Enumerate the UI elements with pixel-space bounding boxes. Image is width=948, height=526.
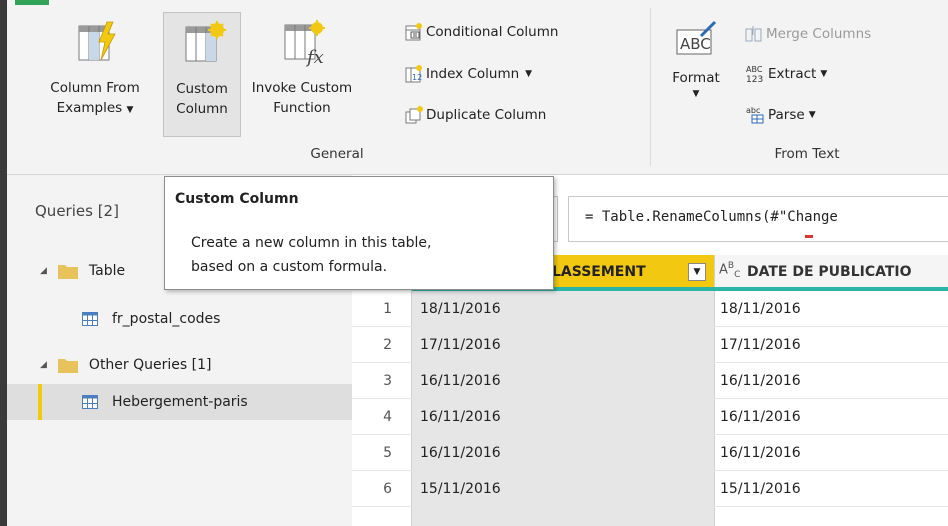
merge-columns-label: Merge Columns — [766, 26, 872, 42]
column-header-label: DATE DE PUBLICATIO — [747, 264, 912, 280]
invoke-custom-function-icon: fx — [284, 20, 325, 68]
data-grid: LASSEMENT ▼ ABC DATE DE PUBLICATIO 1 18/1… — [352, 255, 948, 526]
conditional-column-button[interactable]: Conditional Column — [405, 20, 558, 44]
chevron-down-icon: ▼ — [525, 69, 533, 79]
column-filter-dropdown-icon[interactable]: ▼ — [688, 263, 706, 281]
table-cell[interactable]: 15/11/2016 — [720, 471, 946, 507]
merge-columns-button[interactable]: Merge Columns — [745, 22, 871, 46]
conditional-column-label: Conditional Column — [426, 24, 559, 40]
parse-label: Parse — [768, 107, 805, 123]
group-label-general: General — [310, 146, 364, 162]
formula-text: = Table.RenameColumns(#"Change — [585, 209, 838, 225]
invoke-custom-function-label-2: Function — [273, 100, 331, 116]
row-number: 5 — [383, 445, 392, 461]
row-number: 1 — [383, 301, 392, 317]
table-cell[interactable]: 18/11/2016 — [720, 291, 946, 327]
tooltip-line-2: based on a custom formula. — [191, 259, 388, 275]
table-cell[interactable]: 15/11/2016 — [420, 471, 710, 507]
custom-column-icon — [185, 21, 226, 62]
svg-text:ABC: ABC — [746, 65, 763, 74]
table-cell[interactable]: 16/11/2016 — [720, 435, 946, 471]
folder-icon — [57, 265, 78, 279]
query-group-label: Table — [88, 263, 126, 279]
table-cell[interactable]: 17/11/2016 — [720, 327, 946, 363]
table-cell[interactable]: 16/11/2016 — [420, 363, 710, 399]
format-label: Format — [672, 70, 720, 86]
query-group-other-queries[interactable]: ◢ Other Queries [1] — [7, 347, 352, 383]
table-cell[interactable]: 18/11/2016 — [420, 291, 710, 327]
invoke-custom-function-button[interactable]: fx Invoke Custom Function — [247, 0, 357, 140]
chevron-down-icon: ▼ — [126, 105, 134, 115]
format-icon: ABC — [676, 20, 717, 55]
ribbon-separator — [650, 8, 651, 166]
extract-icon: ABC 123 — [746, 65, 763, 85]
query-group-label: Other Queries [1] — [88, 357, 212, 373]
table-icon — [82, 395, 98, 409]
abc-type-icon-a: A — [719, 262, 728, 278]
svg-text:ABC: ABC — [680, 35, 711, 53]
query-item-label: fr_postal_codes — [112, 311, 221, 327]
extract-label: Extract — [768, 66, 817, 82]
abc-type-icon-c: C — [734, 269, 741, 280]
table-cell[interactable]: 16/11/2016 — [420, 435, 710, 471]
abc-type-icon: ABC — [719, 261, 740, 280]
row-number: 3 — [383, 373, 392, 389]
index-column-button[interactable]: 12 Index Column ▼ — [405, 62, 532, 86]
collapse-triangle-icon: ◢ — [40, 266, 47, 276]
row-number: 6 — [383, 481, 392, 497]
group-label-from-text: From Text — [774, 146, 840, 162]
column-header-date-de-publication[interactable]: ABC DATE DE PUBLICATIO — [714, 255, 948, 291]
svg-text:123: 123 — [746, 75, 763, 85]
custom-column-button[interactable]: Custom Column — [163, 12, 241, 137]
window-left-edge — [0, 0, 7, 526]
merge-columns-icon — [745, 26, 762, 42]
column-from-examples-label-1: Column From — [50, 80, 140, 96]
extract-button[interactable]: ABC 123 Extract ▼ — [745, 62, 827, 86]
table-cell[interactable]: 16/11/2016 — [420, 399, 710, 435]
duplicate-column-label: Duplicate Column — [426, 107, 547, 123]
column-header-label: LASSEMENT — [552, 264, 646, 280]
table-icon — [82, 312, 98, 326]
duplicate-column-icon — [405, 106, 423, 124]
custom-column-label-1: Custom — [176, 81, 228, 97]
formula-bar[interactable]: = Table.RenameColumns(#"Change — [568, 196, 948, 242]
index-column-label: Index Column — [426, 66, 520, 82]
table-cell[interactable]: 16/11/2016 — [720, 399, 946, 435]
chevron-down-icon: ▼ — [820, 69, 828, 79]
collapse-triangle-icon: ◢ — [40, 360, 47, 370]
svg-text:abc: abc — [746, 106, 760, 115]
custom-column-label-2: Column — [176, 101, 228, 117]
duplicate-column-button[interactable]: Duplicate Column — [405, 103, 546, 127]
chevron-down-icon: ▼ — [808, 110, 816, 120]
index-column-icon: 12 — [405, 65, 422, 83]
row-number: 2 — [383, 337, 392, 353]
column-from-examples-label-2: Examples ▼ — [56, 100, 134, 116]
conditional-column-icon — [405, 23, 422, 41]
tooltip-line-1: Create a new column in this table, — [191, 235, 432, 251]
custom-column-tooltip: Custom Column Create a new column in thi… — [164, 176, 554, 290]
svg-text:12: 12 — [412, 73, 422, 82]
query-item-label: Hebergement-paris — [112, 394, 248, 410]
queries-header: Queries [2] — [35, 202, 119, 220]
ribbon: Column From Examples ▼ Custom Column fx … — [7, 0, 948, 175]
chevron-down-icon: ▼ — [692, 89, 700, 99]
formula-error-squiggle — [805, 235, 813, 238]
parse-button[interactable]: abc Parse ▼ — [745, 103, 816, 127]
table-cell[interactable]: 16/11/2016 — [720, 363, 946, 399]
query-item-fr-postal-codes[interactable]: fr_postal_codes — [7, 301, 352, 337]
table-cell[interactable]: 17/11/2016 — [420, 327, 710, 363]
column-from-examples-icon — [78, 21, 116, 61]
svg-text:fx: fx — [305, 47, 324, 68]
row-number: 4 — [383, 409, 392, 425]
column-from-examples-button[interactable]: Column From Examples ▼ — [25, 0, 165, 140]
format-button[interactable]: ABC Format ▼ — [657, 0, 735, 140]
tooltip-title: Custom Column — [175, 191, 299, 207]
parse-icon: abc — [746, 106, 764, 124]
invoke-custom-function-label-1: Invoke Custom — [251, 80, 353, 96]
folder-icon — [57, 359, 78, 373]
query-item-hebergement-paris[interactable]: Hebergement-paris — [7, 384, 352, 420]
